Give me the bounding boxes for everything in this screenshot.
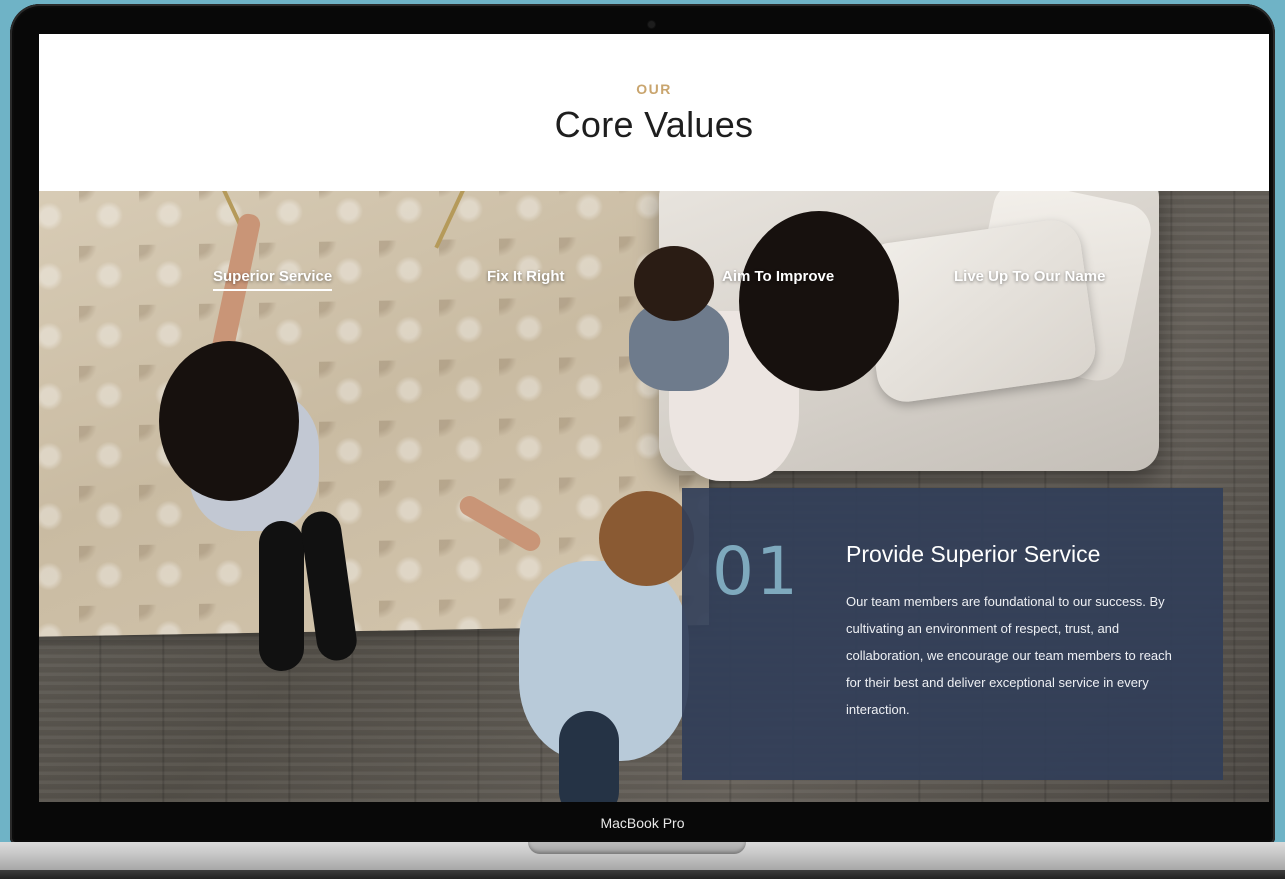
tab-aim-to-improve[interactable]: Aim To Improve (722, 268, 834, 285)
hero-photo: Superior Service Fix It Right Aim To Imp… (39, 191, 1269, 802)
value-description: Our team members are foundational to our… (846, 594, 1172, 717)
tab-superior-service[interactable]: Superior Service (213, 268, 333, 291)
section-title: Core Values (554, 104, 754, 145)
tab-live-up-to-our-name[interactable]: Live Up To Our Name (954, 268, 1105, 285)
value-number: 01 (712, 533, 800, 610)
person-hair (159, 341, 299, 501)
person-legs (559, 711, 619, 802)
person-legs (259, 521, 304, 671)
value-card: 01 Provide Superior Service Our team mem… (682, 488, 1223, 780)
person-hair (599, 491, 694, 586)
laptop-notch (528, 842, 746, 854)
value-tabs: Superior Service Fix It Right Aim To Imp… (39, 268, 1269, 308)
screen: OUR Core Values Superior Service Fix It … (39, 34, 1269, 802)
device-label: MacBook Pro (600, 815, 685, 831)
tab-fix-it-right[interactable]: Fix It Right (487, 268, 565, 285)
laptop-base-shadow (0, 870, 1285, 879)
laptop-bezel: OUR Core Values Superior Service Fix It … (10, 4, 1275, 844)
camera-dot (648, 21, 655, 28)
section-header: OUR Core Values (39, 34, 1269, 191)
value-heading: Provide Superior Service (846, 541, 1101, 567)
section-eyebrow: OUR (636, 81, 672, 97)
